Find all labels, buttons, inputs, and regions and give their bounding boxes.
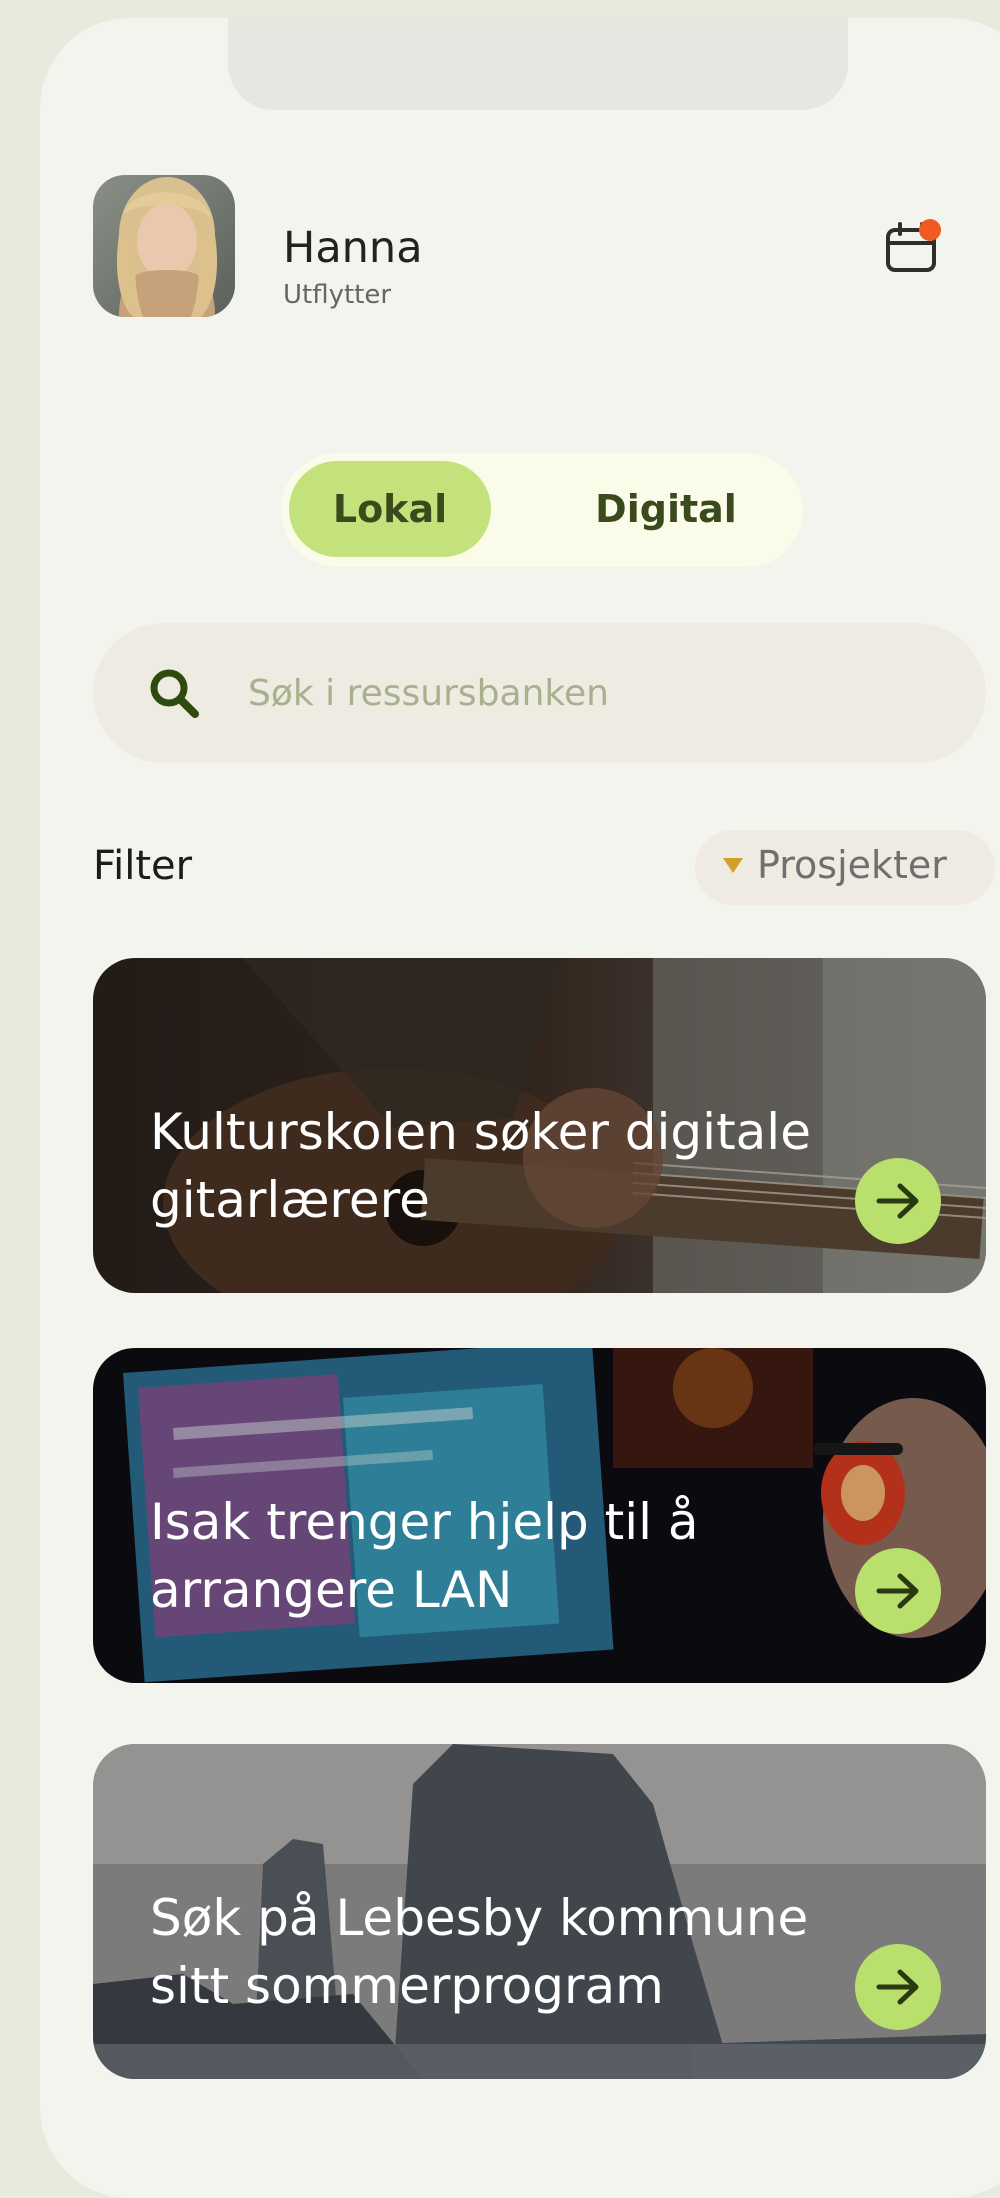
calendar-icon — [886, 219, 941, 272]
caret-down-icon — [723, 858, 743, 873]
avatar[interactable] — [93, 175, 235, 317]
card-arrow-button[interactable] — [855, 1548, 941, 1634]
search-input[interactable] — [248, 663, 898, 723]
filter-dropdown-value: Prosjekter — [757, 843, 947, 887]
card-arrow-button[interactable] — [855, 1944, 941, 2030]
phone-screen: Hanna Utflytter Lokal Digital Filter Pro… — [40, 18, 1000, 2198]
arrow-right-icon — [876, 1183, 919, 1219]
resource-card-lan[interactable]: Isak trenger hjelp til å arrangere LAN — [93, 1348, 986, 1683]
user-role: Utflytter — [283, 280, 392, 310]
card-arrow-button[interactable] — [855, 1158, 941, 1244]
phone-notch — [228, 18, 848, 110]
card-title: Kulturskolen søker digitale gitarlærere — [150, 1103, 811, 1229]
toggle-option-digital[interactable]: Digital — [571, 461, 761, 557]
filter-dropdown[interactable]: Prosjekter — [695, 830, 995, 905]
resource-card-gitar[interactable]: Kulturskolen søker digitale gitarlærere — [93, 958, 986, 1293]
notification-dot — [919, 219, 941, 241]
user-name: Hanna — [283, 223, 423, 273]
card-title: Søk på Lebesby kommune sitt sommerprogra… — [150, 1889, 809, 2015]
card-title: Isak trenger hjelp til å arrangere LAN — [150, 1493, 699, 1619]
mode-toggle: Lokal Digital — [281, 453, 803, 567]
search-bar[interactable] — [93, 623, 986, 763]
search-icon — [150, 669, 199, 718]
toggle-option-lokal[interactable]: Lokal — [289, 461, 491, 557]
calendar-button[interactable] — [882, 218, 942, 278]
filter-label: Filter — [93, 843, 193, 889]
resource-card-lebesby[interactable]: Søk på Lebesby kommune sitt sommerprogra… — [93, 1744, 986, 2079]
arrow-right-icon — [876, 1573, 919, 1609]
arrow-right-icon — [876, 1969, 919, 2005]
